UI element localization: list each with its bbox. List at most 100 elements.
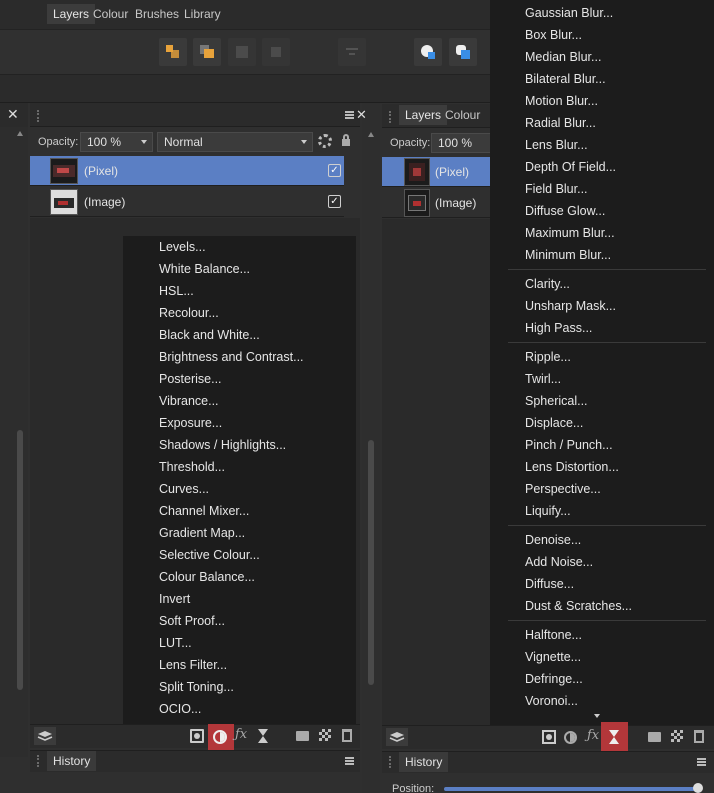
filter-menu-item[interactable]: Bilateral Blur... <box>525 68 606 90</box>
adjustment-menu-item[interactable]: Threshold... <box>159 456 225 478</box>
filter-menu-item[interactable]: Minimum Blur... <box>525 244 611 266</box>
grip-icon[interactable] <box>389 756 395 768</box>
position-slider-handle[interactable] <box>693 783 703 793</box>
filter-menu-item[interactable]: Defringe... <box>525 668 583 690</box>
filter-menu-item[interactable]: Diffuse Glow... <box>525 200 605 222</box>
arrange-back-button[interactable] <box>228 38 256 66</box>
scroll-up-icon[interactable] <box>368 132 374 137</box>
trash-icon[interactable] <box>694 730 704 743</box>
boolean-subtract-button[interactable] <box>449 38 477 66</box>
grip-icon[interactable] <box>37 110 43 122</box>
filter-menu-item[interactable]: Lens Blur... <box>525 134 588 156</box>
live-filter-icon[interactable] <box>258 729 268 743</box>
adjustment-menu-item[interactable]: Split Toning... <box>159 676 234 698</box>
arrange-front-button[interactable] <box>159 38 187 66</box>
arrange-backward-button[interactable] <box>262 38 290 66</box>
opacity-field[interactable]: 100 % <box>80 132 153 152</box>
panel-scrollbar[interactable] <box>368 440 374 685</box>
filter-menu-item[interactable]: Radial Blur... <box>525 112 596 134</box>
adjustment-menu-item[interactable]: Gradient Map... <box>159 522 245 544</box>
filter-menu-item[interactable]: Ripple... <box>525 346 571 368</box>
tab-colour[interactable]: Colour <box>439 105 486 125</box>
adjustment-menu-item[interactable]: White Balance... <box>159 258 250 280</box>
adjustment-menu-item[interactable]: Black and White... <box>159 324 260 346</box>
opacity-field[interactable]: 100 % <box>431 133 491 153</box>
adjustment-menu-item[interactable]: Soft Proof... <box>159 610 225 632</box>
checker-icon[interactable] <box>319 729 331 741</box>
filter-menu-item[interactable]: Voronoi... <box>525 690 578 712</box>
gutter-scrollbar[interactable] <box>17 430 23 690</box>
filter-menu-item[interactable]: Dust & Scratches... <box>525 595 632 617</box>
layer-row[interactable]: (Pixel) <box>382 157 492 187</box>
filter-menu-item[interactable]: Diffuse... <box>525 573 574 595</box>
adjustment-menu-item[interactable]: HSL... <box>159 280 194 302</box>
tab-colour[interactable]: Colour <box>87 4 134 24</box>
gear-icon[interactable] <box>318 134 332 148</box>
visibility-checkbox[interactable]: ✓ <box>328 195 341 208</box>
filter-menu-item[interactable]: Twirl... <box>525 368 561 390</box>
layer-row[interactable]: (Image) <box>382 188 492 218</box>
tab-history[interactable]: History <box>399 752 449 772</box>
filter-menu-item[interactable]: Depth Of Field... <box>525 156 616 178</box>
filter-menu-item[interactable]: Denoise... <box>525 529 581 551</box>
fx-icon[interactable]: ƒx <box>235 727 247 742</box>
adjustment-menu-item[interactable]: Channel Mixer... <box>159 500 249 522</box>
filter-menu-item[interactable]: Vignette... <box>525 646 581 668</box>
tab-brushes[interactable]: Brushes <box>129 4 185 24</box>
adjustment-menu-item[interactable]: Exposure... <box>159 412 222 434</box>
trash-icon[interactable] <box>342 729 352 742</box>
filter-menu-item[interactable]: Clarity... <box>525 273 570 295</box>
filter-menu-item[interactable]: Maximum Blur... <box>525 222 615 244</box>
filter-menu-item[interactable]: Median Blur... <box>525 46 601 68</box>
adjustment-menu-item[interactable]: OCIO... <box>159 698 201 720</box>
filter-menu-item[interactable]: High Pass... <box>525 317 592 339</box>
layer-row[interactable]: (Pixel) ✓ <box>30 156 344 186</box>
filter-menu-item[interactable]: Add Noise... <box>525 551 593 573</box>
live-filter-icon[interactable] <box>609 730 619 744</box>
filter-menu-item[interactable]: Halftone... <box>525 624 582 646</box>
filter-menu-item[interactable]: Gaussian Blur... <box>525 2 613 24</box>
adjustment-menu-item[interactable]: LUT... <box>159 632 192 654</box>
close-icon[interactable]: ✕ <box>356 107 367 123</box>
panel-menu-icon[interactable] <box>697 758 706 766</box>
panel-menu-icon[interactable] <box>345 757 354 765</box>
adjustment-menu-item[interactable]: Curves... <box>159 478 209 500</box>
mask-icon[interactable] <box>190 729 204 743</box>
filter-menu-item[interactable]: Liquify... <box>525 500 571 522</box>
arrange-forward-button[interactable] <box>193 38 221 66</box>
layer-row[interactable]: (Image) ✓ <box>30 187 344 217</box>
layers-icon[interactable] <box>34 727 56 745</box>
filter-menu-item[interactable]: Pinch / Punch... <box>525 434 613 456</box>
adjustment-menu-item[interactable]: Shadows / Highlights... <box>159 434 286 456</box>
adjustment-menu-item[interactable]: Selective Colour... <box>159 544 260 566</box>
filter-menu-item[interactable]: Box Blur... <box>525 24 582 46</box>
blend-mode-select[interactable]: Normal <box>157 132 313 152</box>
filter-menu-item[interactable]: Lens Distortion... <box>525 456 619 478</box>
filter-menu-item[interactable]: Motion Blur... <box>525 90 598 112</box>
adjustment-menu-item[interactable]: Invert <box>159 588 190 610</box>
adjustment-icon[interactable] <box>564 731 577 744</box>
adjustment-menu-item[interactable]: Brightness and Contrast... <box>159 346 304 368</box>
menu-scroll-down-icon[interactable] <box>594 714 600 718</box>
position-slider[interactable] <box>444 787 702 791</box>
folder-icon[interactable] <box>648 732 661 742</box>
adjustment-menu-item[interactable]: Lens Filter... <box>159 654 227 676</box>
tab-history[interactable]: History <box>47 751 97 771</box>
adjustment-menu-item[interactable]: Posterise... <box>159 368 222 390</box>
filter-menu-item[interactable]: Field Blur... <box>525 178 588 200</box>
filter-menu-item[interactable]: Unsharp Mask... <box>525 295 616 317</box>
checker-icon[interactable] <box>671 730 683 742</box>
scroll-up-icon[interactable] <box>17 131 23 136</box>
filter-menu-item[interactable]: Displace... <box>525 412 583 434</box>
lock-icon[interactable] <box>342 134 350 146</box>
panel-menu-icon[interactable] <box>345 111 354 119</box>
tab-library[interactable]: Library <box>178 4 227 24</box>
layers-icon[interactable] <box>386 728 408 746</box>
adjustment-menu-item[interactable]: Recolour... <box>159 302 219 324</box>
adjustment-menu-item[interactable]: Levels... <box>159 236 206 258</box>
boolean-add-button[interactable] <box>414 38 442 66</box>
adjustment-icon[interactable] <box>213 730 227 744</box>
folder-icon[interactable] <box>296 731 309 741</box>
mask-icon[interactable] <box>542 730 556 744</box>
grip-icon[interactable] <box>389 111 395 123</box>
